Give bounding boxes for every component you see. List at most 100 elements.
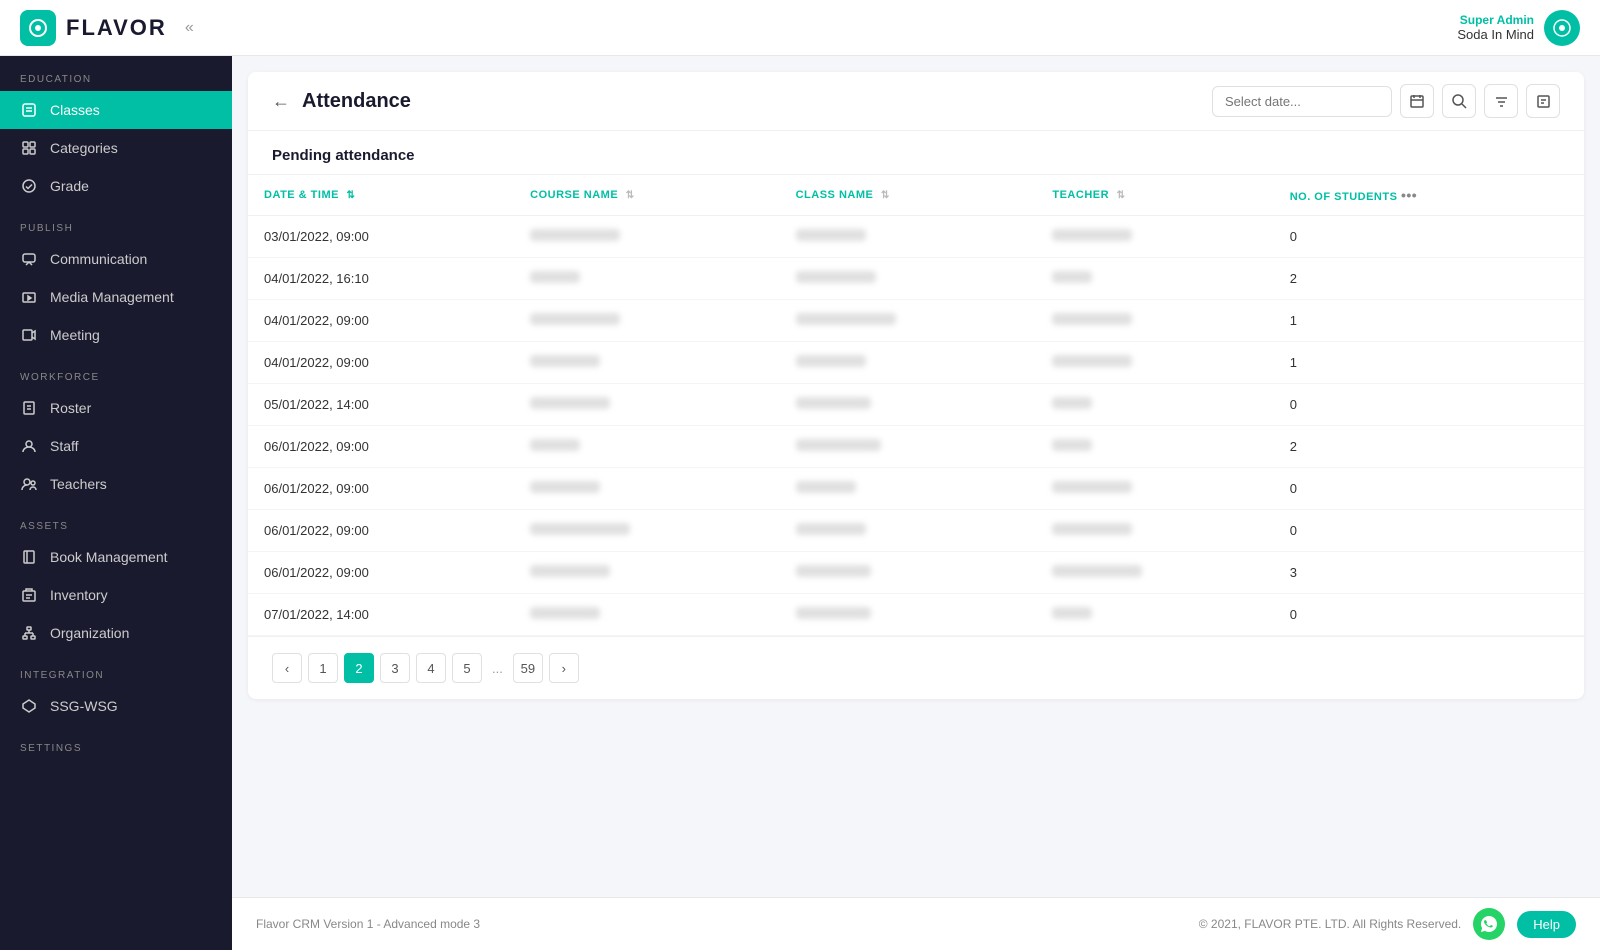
sidebar-section-education: EDUCATION	[0, 56, 232, 91]
cell-teacher	[1036, 384, 1273, 426]
footer-right: © 2021, FLAVOR PTE. LTD. All Rights Rese…	[1199, 908, 1576, 940]
table-row[interactable]: 06/01/2022, 09:00 3	[248, 552, 1584, 594]
page-2-button[interactable]: 2	[344, 653, 374, 683]
table-row[interactable]: 04/01/2022, 09:001	[248, 300, 1584, 342]
cell-course-name	[514, 342, 779, 384]
cell-class-name	[780, 216, 1037, 258]
sidebar-item-roster[interactable]: Roster	[0, 389, 232, 427]
sidebar-item-grade[interactable]: Grade	[0, 167, 232, 205]
roster-icon	[20, 399, 38, 417]
sidebar-label-ssg: SSG-WSG	[50, 698, 118, 714]
cell-date-time: 06/01/2022, 09:00	[248, 510, 514, 552]
staff-icon	[20, 437, 38, 455]
book-icon	[20, 548, 38, 566]
user-info: Super Admin Soda In Mind	[1457, 13, 1534, 42]
col-teacher[interactable]: TEACHER ⇅	[1036, 175, 1273, 216]
sidebar-label-classes: Classes	[50, 102, 100, 118]
collapse-icon[interactable]: «	[185, 19, 194, 37]
sidebar-item-staff[interactable]: Staff	[0, 427, 232, 465]
cell-class-name	[780, 468, 1037, 510]
search-button[interactable]	[1442, 84, 1476, 118]
sort-icon-class: ⇅	[881, 190, 890, 201]
page-5-button[interactable]: 5	[452, 653, 482, 683]
table-row[interactable]: 06/01/2022, 09:000	[248, 468, 1584, 510]
cell-class-name	[780, 300, 1037, 342]
table-row[interactable]: 03/01/2022, 09:000	[248, 216, 1584, 258]
sidebar-item-ssg-wsg[interactable]: SSG-WSG	[0, 687, 232, 725]
sidebar-item-teachers[interactable]: Teachers	[0, 465, 232, 503]
cell-class-name	[780, 552, 1037, 594]
sidebar-section-workforce: WORKFORCE	[0, 354, 232, 389]
cell-students: 0	[1274, 510, 1584, 552]
cell-class-name	[780, 594, 1037, 636]
cell-class-name	[780, 426, 1037, 468]
sidebar-section-publish: PUBLISH	[0, 205, 232, 240]
export-button[interactable]	[1526, 84, 1560, 118]
table-row[interactable]: 04/01/2022, 09:001	[248, 342, 1584, 384]
page-4-button[interactable]: 4	[416, 653, 446, 683]
filter-button[interactable]	[1484, 84, 1518, 118]
sidebar-item-categories[interactable]: Categories	[0, 129, 232, 167]
categories-icon	[20, 139, 38, 157]
back-button[interactable]: ←	[272, 91, 290, 112]
cell-date-time: 04/01/2022, 09:00	[248, 342, 514, 384]
col-options-icon: •••	[1401, 187, 1417, 203]
sort-icon-teacher: ⇅	[1117, 190, 1126, 201]
col-date-time[interactable]: DATE & TIME ⇅	[248, 175, 514, 216]
pagination: ‹ 1 2 3 4 5 ... 59 ›	[248, 636, 1584, 699]
date-input[interactable]	[1212, 86, 1392, 117]
sidebar-item-organization[interactable]: Organization	[0, 614, 232, 652]
table-row[interactable]: 05/01/2022, 14:000	[248, 384, 1584, 426]
inventory-icon	[20, 586, 38, 604]
organization-icon	[20, 624, 38, 642]
sidebar-label-teachers: Teachers	[50, 476, 107, 492]
sidebar-item-meeting[interactable]: Meeting	[0, 316, 232, 354]
cell-date-time: 04/01/2022, 09:00	[248, 300, 514, 342]
cell-course-name	[514, 426, 779, 468]
cell-date-time: 06/01/2022, 09:00	[248, 426, 514, 468]
cell-students: 3	[1274, 552, 1584, 594]
sidebar: EDUCATION Classes Categories	[0, 56, 232, 950]
page-59-button[interactable]: 59	[513, 653, 543, 683]
col-students[interactable]: NO. OF STUDENTS •••	[1274, 175, 1584, 216]
sidebar-item-book-management[interactable]: Book Management	[0, 538, 232, 576]
classes-icon	[20, 101, 38, 119]
sidebar-item-inventory[interactable]: Inventory	[0, 576, 232, 614]
user-role: Super Admin	[1457, 13, 1534, 27]
user-area: Super Admin Soda In Mind	[1457, 10, 1580, 46]
sidebar-item-media-management[interactable]: Media Management	[0, 278, 232, 316]
page-3-button[interactable]: 3	[380, 653, 410, 683]
sidebar-section-assets: ASSETS	[0, 503, 232, 538]
sidebar-item-communication[interactable]: Communication	[0, 240, 232, 278]
page-1-button[interactable]: 1	[308, 653, 338, 683]
whatsapp-button[interactable]	[1473, 908, 1505, 940]
cell-class-name	[780, 342, 1037, 384]
sidebar-label-meeting: Meeting	[50, 327, 100, 343]
data-table: DATE & TIME ⇅ COURSE NAME ⇅ CLASS NAME ⇅…	[248, 174, 1584, 636]
table-row[interactable]: 07/01/2022, 14:000	[248, 594, 1584, 636]
col-course-name[interactable]: COURSE NAME ⇅	[514, 175, 779, 216]
cell-date-time: 06/01/2022, 09:00	[248, 552, 514, 594]
col-class-name[interactable]: CLASS NAME ⇅	[780, 175, 1037, 216]
table-row[interactable]: 06/01/2022, 09:002	[248, 426, 1584, 468]
cell-teacher	[1036, 216, 1273, 258]
next-page-button[interactable]: ›	[549, 653, 579, 683]
table-row[interactable]: 06/01/2022, 09:00 0	[248, 510, 1584, 552]
sidebar-section-settings: SETTINGS	[0, 725, 232, 760]
cell-students: 0	[1274, 468, 1584, 510]
cell-date-time: 04/01/2022, 16:10	[248, 258, 514, 300]
help-button[interactable]: Help	[1517, 911, 1576, 938]
sort-icon-date: ⇅	[347, 190, 356, 201]
cell-teacher	[1036, 300, 1273, 342]
sidebar-label-staff: Staff	[50, 438, 79, 454]
cell-students: 0	[1274, 594, 1584, 636]
attendance-card: ← Attendance	[248, 72, 1584, 699]
calendar-button[interactable]	[1400, 84, 1434, 118]
sidebar-item-classes[interactable]: Classes	[0, 91, 232, 129]
user-avatar	[1544, 10, 1580, 46]
table-row[interactable]: 04/01/2022, 16:102	[248, 258, 1584, 300]
prev-page-button[interactable]: ‹	[272, 653, 302, 683]
page-header: ← Attendance	[248, 72, 1584, 131]
cell-teacher	[1036, 426, 1273, 468]
communication-icon	[20, 250, 38, 268]
